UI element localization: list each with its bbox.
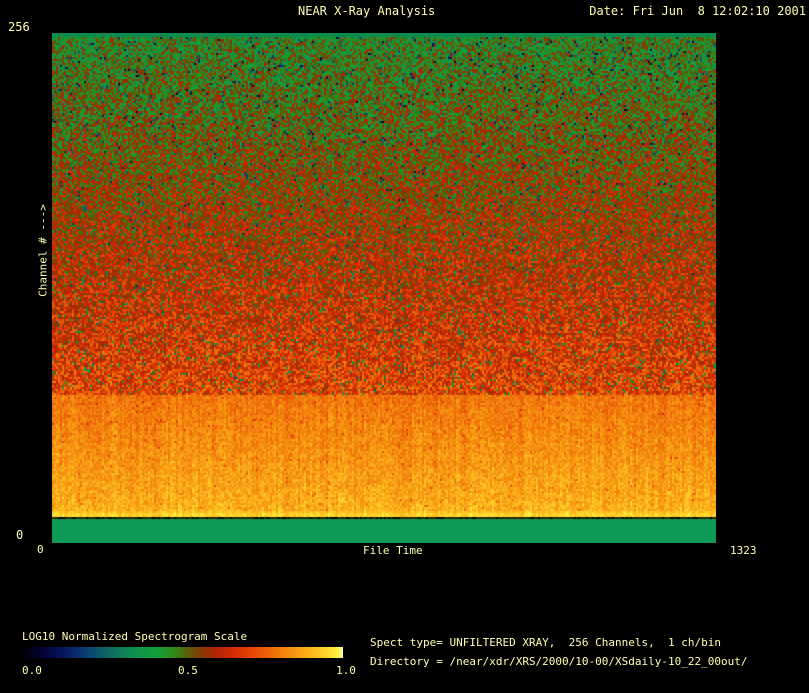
x-axis-min-label: 0 xyxy=(37,543,44,556)
y-axis-max-label: 256 xyxy=(8,20,30,34)
colorbar-tick-mid: 0.5 xyxy=(178,664,198,677)
y-axis-min-label: 0 xyxy=(16,528,24,542)
spectrogram-plot xyxy=(52,33,716,543)
near-xray-analysis-window: NEAR X-Ray Analysis Date: Fri Jun 8 12:0… xyxy=(0,0,809,693)
spectrogram-canvas xyxy=(52,33,716,543)
colorbar-gradient xyxy=(22,647,343,658)
info-directory: Directory = /near/xdr/XRS/2000/10-00/XSd… xyxy=(370,655,748,668)
colorbar-title: LOG10 Normalized Spectrogram Scale xyxy=(22,630,248,643)
info-spect-type: Spect type= UNFILTERED XRAY, 256 Channel… xyxy=(370,636,721,649)
x-axis-max-label: 1323 xyxy=(730,544,757,557)
colorbar-tick-max: 1.0 xyxy=(336,664,356,677)
y-axis-title: Channel # ---> xyxy=(36,204,50,297)
header-date: Date: Fri Jun 8 12:02:10 2001 xyxy=(589,4,806,18)
x-axis-title: File Time xyxy=(363,544,423,557)
page-title: NEAR X-Ray Analysis xyxy=(298,4,436,18)
colorbar-tick-min: 0.0 xyxy=(22,664,42,677)
